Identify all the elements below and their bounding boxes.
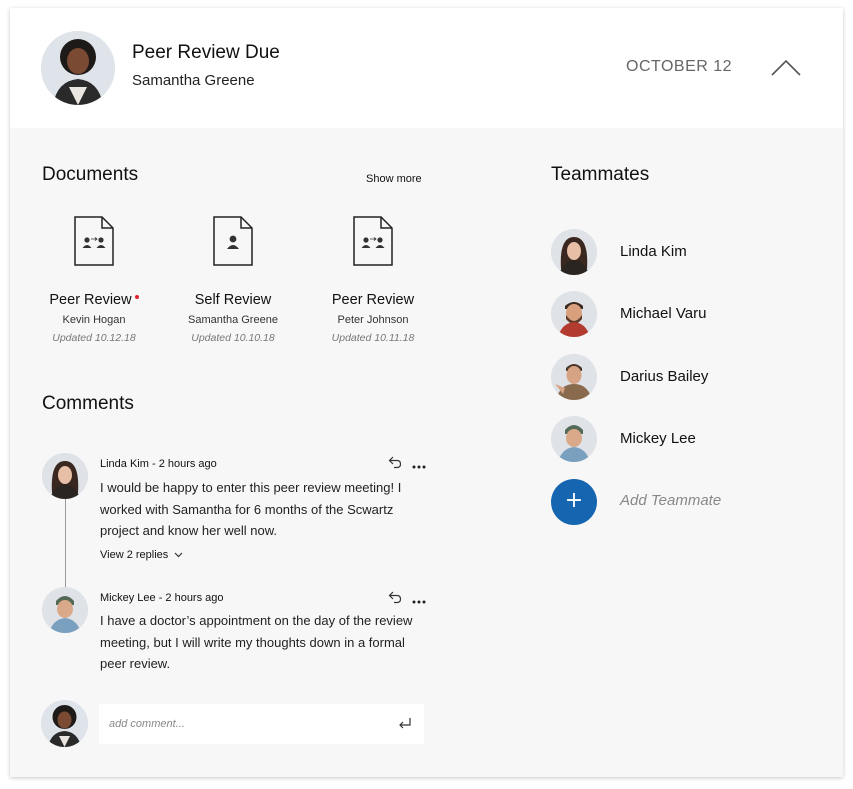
document-person: Samantha Greene: [188, 314, 278, 326]
teammate-name[interactable]: Darius Bailey: [620, 368, 708, 385]
avatar-portrait: [41, 700, 88, 747]
document-person: Peter Johnson: [337, 314, 409, 326]
avatar-portrait: [42, 453, 88, 499]
document-updated: Updated 10.12.18: [52, 332, 136, 344]
avatar-darius-bailey[interactable]: [551, 354, 597, 400]
comment-input[interactable]: [99, 704, 379, 744]
avatar-portrait: [551, 416, 597, 462]
thread-connector: [65, 498, 66, 590]
more-options-icon[interactable]: [412, 458, 426, 476]
avatar-linda-kim[interactable]: [551, 229, 597, 275]
view-replies-button[interactable]: View 2 replies: [100, 549, 183, 561]
avatar-portrait: [551, 229, 597, 275]
teammate-name[interactable]: Michael Varu: [620, 305, 706, 322]
avatar-samantha-greene: [41, 31, 115, 105]
comment-author: Linda Kim - 2 hours ago: [100, 458, 217, 470]
more-options-icon[interactable]: [412, 593, 426, 611]
document-name: Peer Review: [331, 292, 415, 308]
page-title: Peer Review Due: [132, 42, 280, 63]
due-date: OCTOBER 12: [626, 58, 733, 75]
peer-review-file-icon: [74, 216, 114, 266]
teammate-name[interactable]: Linda Kim: [620, 243, 687, 260]
reply-icon[interactable]: [388, 590, 402, 609]
reply-icon[interactable]: [388, 455, 402, 474]
show-more-link[interactable]: Show more: [366, 173, 422, 185]
teammates-heading: Teammates: [551, 164, 650, 185]
avatar-portrait: [551, 291, 597, 337]
documents-heading: Documents: [42, 164, 139, 185]
document-item[interactable]: Peer Review Peter Johnson Updated 10.11.…: [313, 216, 433, 344]
comment-body: I would be happy to enter this peer revi…: [100, 480, 402, 538]
comment-body: I have a doctor’s appointment on the day…: [100, 613, 413, 671]
avatar-current-user: [41, 700, 88, 747]
add-teammate-label[interactable]: Add Teammate: [620, 492, 721, 509]
avatar-mickey-lee[interactable]: [551, 416, 597, 462]
unread-dot: [134, 295, 139, 299]
page-subtitle: Samantha Greene: [132, 72, 255, 89]
chevron-up-icon[interactable]: [770, 56, 802, 78]
comments-heading: Comments: [42, 393, 134, 414]
avatar-michael-varu[interactable]: [551, 291, 597, 337]
comment-author: Mickey Lee - 2 hours ago: [100, 592, 224, 604]
avatar-mickey-lee: [42, 587, 88, 633]
avatar-portrait: [41, 31, 115, 105]
document-item[interactable]: Self Review Samantha Greene Updated 10.1…: [173, 216, 293, 344]
peer-review-card: Peer Review Due Samantha Greene OCTOBER …: [10, 8, 843, 777]
document-person: Kevin Hogan: [62, 314, 126, 326]
document-name: Peer Review: [34, 292, 154, 308]
card-header: Peer Review Due Samantha Greene OCTOBER …: [10, 8, 843, 128]
teammate-name[interactable]: Mickey Lee: [620, 430, 696, 447]
enter-icon[interactable]: [398, 716, 412, 735]
peer-review-file-icon: [353, 216, 393, 266]
document-updated: Updated 10.10.18: [191, 332, 275, 344]
self-review-file-icon: [213, 216, 253, 266]
avatar-portrait: [551, 354, 597, 400]
avatar-portrait: [42, 587, 88, 633]
plus-icon: +: [564, 488, 584, 513]
view-replies-label: View 2 replies: [100, 549, 169, 561]
document-item[interactable]: Peer Review Kevin Hogan Updated 10.12.18: [34, 216, 154, 344]
avatar-linda-kim: [42, 453, 88, 499]
comment-input-box: [99, 704, 424, 744]
document-updated: Updated 10.11.18: [331, 332, 415, 344]
chevron-down-icon: [174, 552, 183, 558]
add-teammate-button[interactable]: +: [551, 479, 597, 525]
document-name: Self Review: [194, 292, 272, 308]
